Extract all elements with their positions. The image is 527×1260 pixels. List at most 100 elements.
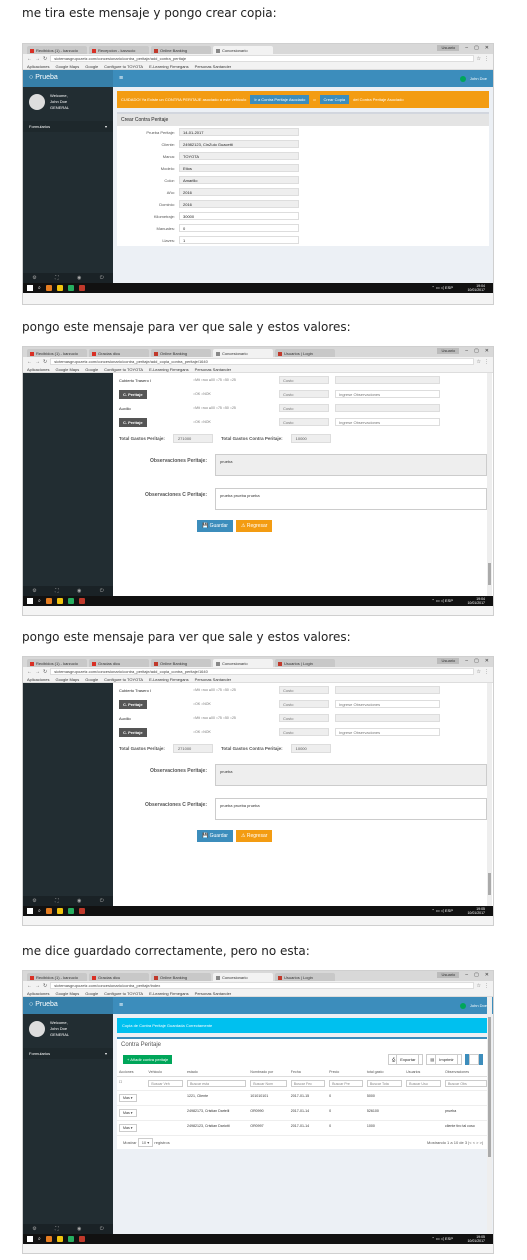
forward-icon[interactable]: → xyxy=(35,359,40,365)
tab-gracias[interactable]: Gracias dicu xyxy=(89,659,149,667)
column-header[interactable]: Usuarios xyxy=(404,1068,444,1077)
tab-concesionario[interactable]: Concesionario xyxy=(213,973,273,981)
maximize-icon[interactable]: ▢ xyxy=(474,45,479,51)
bookmark-google[interactable]: Google xyxy=(85,991,98,996)
tab-gmail[interactable]: Recibidos (1) - karzucio xyxy=(27,973,87,981)
bookmark-apps[interactable]: Aplicaciones xyxy=(27,991,49,996)
c-peritaje-button[interactable]: C. Peritaje xyxy=(119,417,147,427)
column-header[interactable]: total gasto xyxy=(364,1068,405,1077)
settings-icon[interactable]: ⚙ xyxy=(32,588,36,594)
column-header[interactable]: Nombrado por xyxy=(248,1068,289,1077)
reload-icon[interactable]: ↻ xyxy=(43,359,47,365)
back-button[interactable]: ⚠ Regresar xyxy=(235,520,273,532)
bookmark-toyota[interactable]: Configure tu TOYOTA xyxy=(104,991,143,996)
sidebar-item-formularios[interactable]: Formularios ▾ xyxy=(23,121,113,132)
star-icon[interactable]: ☆ xyxy=(477,669,481,675)
bookmark-maps[interactable]: Google Maps xyxy=(55,64,79,69)
app-icon-2[interactable] xyxy=(78,1236,85,1242)
bookmark-apps[interactable]: Aplicaciones xyxy=(27,677,49,682)
tab-gmail[interactable]: Recibidos (1) - karzucio xyxy=(27,349,87,357)
radio-options[interactable]: ○Mit ○ruo ●00 ○75 ○50 ○25 xyxy=(193,406,273,410)
filter-input[interactable]: Buscar Tota xyxy=(366,1080,403,1087)
cost-input[interactable]: Costo xyxy=(279,418,329,426)
settings-icon[interactable]: ⚙ xyxy=(32,1226,36,1232)
create-copy-button[interactable]: Crear Copia xyxy=(319,95,350,104)
next-page-icon[interactable]: > xyxy=(476,1140,478,1145)
chrome-icon[interactable] xyxy=(45,598,52,604)
bookmark-elearning[interactable]: E-Learning Firmegans xyxy=(149,367,189,372)
tab-concesionario[interactable]: Concesionario xyxy=(213,349,273,357)
star-icon[interactable]: ☆ xyxy=(477,56,481,62)
observaciones-input[interactable]: Ingrese Observaciones xyxy=(335,728,440,736)
radio-options[interactable]: ○OK ○NOK xyxy=(193,702,273,706)
cost-input[interactable]: Costo xyxy=(279,714,329,722)
filter-input[interactable]: Buscar Fec xyxy=(290,1080,326,1087)
column-header[interactable]: estado xyxy=(184,1068,249,1077)
save-button[interactable]: 💾 Guardar xyxy=(197,830,233,842)
tab-gmail-2[interactable]: Recepcion - karzucio xyxy=(89,46,149,54)
user-chip[interactable]: Usuario xyxy=(437,658,460,664)
url-input[interactable]: sictemasgrupozetz.com/concesionario/cont… xyxy=(50,55,474,62)
back-icon[interactable]: ← xyxy=(27,359,32,365)
radio-options[interactable]: ○Mit ○ruo ●00 ○75 ○50 ○25 xyxy=(193,716,273,720)
tab-login[interactable]: Usuarios | Login xyxy=(275,659,335,667)
tab-gracias[interactable]: Gracias dicu xyxy=(89,973,149,981)
field-input[interactable]: TOYOTA xyxy=(179,152,299,160)
eye-icon[interactable]: ◉ xyxy=(77,588,81,594)
column-header[interactable]: Observaciones xyxy=(443,1068,489,1077)
bookmark-maps[interactable]: Google Maps xyxy=(55,991,79,996)
bookmark-google[interactable]: Google xyxy=(85,64,98,69)
star-icon[interactable]: ☆ xyxy=(477,983,481,989)
search-icon[interactable]: ⌕ xyxy=(38,908,41,914)
menu-icon[interactable]: ⋮ xyxy=(484,56,489,62)
field-input[interactable]: 30000 xyxy=(179,212,299,220)
sidebar-item-formularios[interactable]: Formularios ▾ xyxy=(23,1048,113,1059)
eye-icon[interactable]: ◉ xyxy=(77,898,81,904)
bookmark-santander[interactable]: Personas Santander xyxy=(195,367,231,372)
bookmark-apps[interactable]: Aplicaciones xyxy=(27,64,49,69)
app-logo[interactable]: ○ Prueba xyxy=(23,997,113,1014)
observaciones-input[interactable] xyxy=(335,714,440,722)
observaciones-input[interactable]: Ingrese Observaciones xyxy=(335,700,440,708)
filter-input[interactable]: Buscar esta xyxy=(186,1080,247,1087)
column-header[interactable]: Vehiculo xyxy=(146,1068,185,1077)
cost-input[interactable]: Costo xyxy=(279,728,329,736)
menu-icon[interactable]: ⋮ xyxy=(484,983,489,989)
windows-icon[interactable] xyxy=(27,598,33,604)
tab-banking[interactable]: Online Banking xyxy=(151,349,211,357)
app-icon[interactable] xyxy=(67,1236,74,1242)
bookmark-google[interactable]: Google xyxy=(85,677,98,682)
close-icon[interactable]: ✕ xyxy=(485,658,489,664)
back-button[interactable]: ⚠ Regresar xyxy=(235,830,273,842)
forward-icon[interactable]: → xyxy=(35,983,40,989)
user-chip[interactable]: Usuario xyxy=(437,348,460,354)
power-icon[interactable]: ⏻ xyxy=(100,588,104,594)
forward-icon[interactable]: → xyxy=(35,669,40,675)
filter-input[interactable]: Buscar Obs xyxy=(445,1080,487,1087)
filter-input[interactable]: Buscar Usu xyxy=(406,1080,442,1087)
power-icon[interactable]: ⏻ xyxy=(100,275,104,281)
close-icon[interactable]: ✕ xyxy=(485,972,489,978)
power-icon[interactable]: ⏻ xyxy=(100,1226,104,1232)
app-icon[interactable] xyxy=(67,285,74,291)
c-peritaje-button[interactable]: C. Peritaje xyxy=(119,699,147,709)
cost-input[interactable]: Costo xyxy=(279,700,329,708)
column-header[interactable]: Acciones xyxy=(117,1068,147,1077)
maximize-icon[interactable]: ▢ xyxy=(474,348,479,354)
field-input[interactable]: 1 xyxy=(179,236,299,244)
tab-concesionario[interactable]: Concesionario xyxy=(213,46,273,54)
column-header[interactable]: Fecha xyxy=(288,1068,328,1077)
c-peritaje-button[interactable]: C. Peritaje xyxy=(119,389,147,399)
reload-icon[interactable]: ↻ xyxy=(43,56,47,62)
notification-icon[interactable] xyxy=(459,75,466,82)
scrollbar-thumb[interactable] xyxy=(488,873,491,895)
windows-icon[interactable] xyxy=(27,908,33,914)
folder-icon[interactable] xyxy=(56,1236,63,1242)
bookmark-santander[interactable]: Personas Santander xyxy=(195,64,231,69)
bookmark-elearning[interactable]: E-Learning Firmegans xyxy=(149,677,189,682)
expand-icon[interactable]: ⛶ xyxy=(55,1226,59,1232)
chrome-icon[interactable] xyxy=(45,908,52,914)
checkbox-icon[interactable]: ☐ xyxy=(119,1080,122,1084)
folder-icon[interactable] xyxy=(56,908,63,914)
reload-icon[interactable]: ↻ xyxy=(43,669,47,675)
